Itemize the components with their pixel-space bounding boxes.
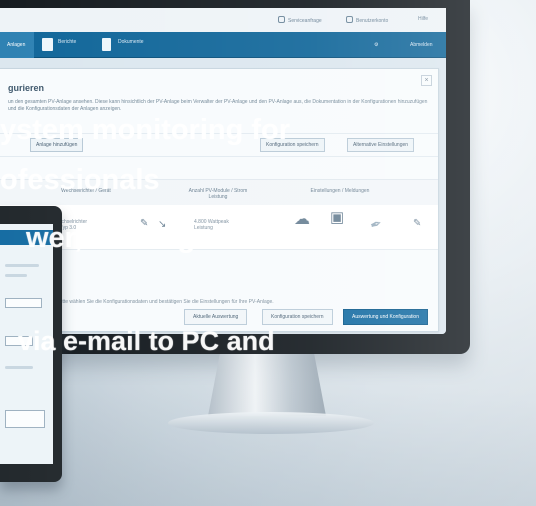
tab-dokumente-label: Dokumente (118, 39, 144, 45)
tab-berichte[interactable]: Berichte (42, 38, 104, 52)
desktop-monitor: Serviceanfrage Benutzerkonto Hilfe Anlag… (0, 0, 470, 354)
app-topbar: Serviceanfrage Benutzerkonto Hilfe (0, 8, 446, 32)
tablet-input[interactable] (5, 298, 42, 308)
edit-icon[interactable]: ✎ (413, 219, 421, 229)
tab-anlagen-label: Anlagen (7, 42, 26, 48)
user-icon (346, 16, 353, 23)
documents-icon (102, 38, 111, 51)
pen-icon[interactable]: ✒ (368, 214, 384, 233)
account-link[interactable]: Benutzerkonto (346, 16, 388, 24)
settings-column-header: Einstellungen / Meldungen (310, 188, 370, 194)
status-message-row: Bitte wählen Sie die Konfigurationsdaten… (0, 299, 438, 307)
evaluation-and-configuration-button[interactable]: Auswertung und Konfiguration (343, 309, 428, 325)
tab-anlagen[interactable]: Anlagen (0, 32, 34, 58)
current-evaluation-button[interactable]: Aktuelle Auswertung (184, 309, 248, 325)
tablet-screen (0, 224, 53, 464)
tablet-text-line (5, 366, 33, 369)
service-request-icon (278, 16, 285, 23)
pencil-icon[interactable]: ✎ (140, 219, 148, 229)
table-row[interactable]: PV-Wechselrichter Gerät Typ 3.0 ✎ ↘ 4.80… (0, 205, 438, 250)
tab-dokumente[interactable]: Dokumente (102, 38, 164, 52)
configuration-options: Anlage hinzufügen Konfiguration speicher… (0, 133, 438, 157)
shirt-icon[interactable]: ▣ (330, 210, 344, 225)
cloud-icon[interactable]: ☁ (294, 212, 310, 228)
device-column-header: Wechselrichter / Gerät (61, 188, 111, 194)
save-configuration-button[interactable]: Konfiguration speichern (260, 138, 325, 152)
tablet-navigation (0, 230, 53, 245)
tablet-card (5, 410, 45, 428)
help-link[interactable]: Hilfe (418, 16, 428, 22)
configuration-panel: gurieren × un den gesamten PV-Anlage ans… (0, 68, 439, 332)
intro-text: un den gesamten PV-Anlage ansehen. Diese… (8, 99, 428, 112)
configuration-content: gurieren × un den gesamten PV-Anlage ans… (0, 58, 446, 334)
close-icon[interactable]: × (421, 75, 432, 86)
tablet-text-line (5, 264, 39, 267)
page-title: gurieren (8, 83, 45, 93)
main-navigation: Anlagen Berichte Dokumente ⚙ Abmelden (0, 32, 446, 58)
settings-icon[interactable]: ⚙ (374, 42, 378, 48)
service-request-label: Serviceanfrage (288, 18, 322, 24)
tablet-device (0, 206, 62, 482)
monitor-stand-base (168, 412, 374, 434)
device-table-header: Wechselrichter / Gerät Anzahl PV-Module … (0, 179, 438, 207)
service-request-link[interactable]: Serviceanfrage (278, 16, 322, 24)
status-message: Bitte wählen Sie die Konfigurationsdaten… (58, 299, 274, 305)
save-configuration-action-button[interactable]: Konfiguration speichern (262, 309, 333, 325)
logout-link[interactable]: Abmelden (410, 42, 433, 48)
monitor-screen: Serviceanfrage Benutzerkonto Hilfe Anlag… (0, 8, 446, 334)
tab-berichte-label: Berichte (58, 39, 77, 45)
reports-icon (42, 38, 53, 51)
add-system-button[interactable]: Anlage hinzufügen (30, 138, 84, 152)
device-power: 4.800 Wattpeak Leistung (194, 219, 229, 231)
account-label: Benutzerkonto (356, 18, 389, 24)
monitoring-product-scene: Serviceanfrage Benutzerkonto Hilfe Anlag… (0, 0, 536, 506)
power-column-header: Anzahl PV-Module / Strom Leistung (188, 188, 248, 200)
alternative-settings-button[interactable]: Alternative Einstellungen (347, 138, 415, 152)
monitor-stand-neck (208, 354, 326, 416)
tablet-text-line (5, 274, 27, 277)
arrow-icon: ↘ (158, 219, 167, 230)
tablet-input[interactable] (5, 336, 33, 346)
help-label: Hilfe (418, 16, 429, 22)
